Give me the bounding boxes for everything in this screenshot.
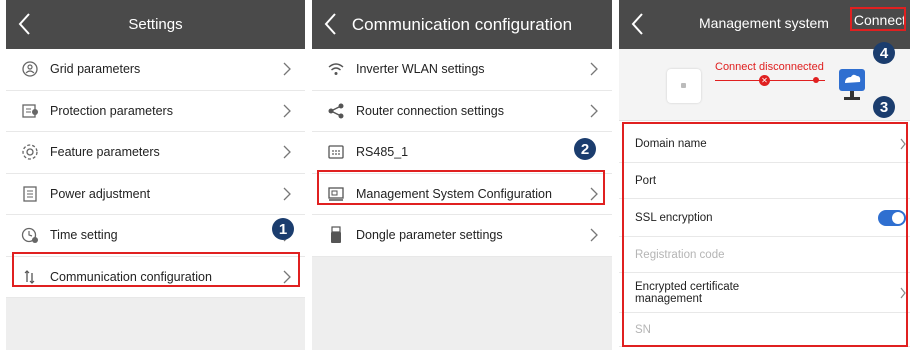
chevron-right-icon <box>590 104 598 118</box>
settings-item-label: Feature parameters <box>50 145 160 160</box>
chevron-right-icon <box>283 270 291 284</box>
settings-item-grid-parameters[interactable]: Grid parameters <box>6 49 305 91</box>
communication-panel: Communication configuration Inverter WLA… <box>312 0 612 350</box>
step-badge-2: 2 <box>574 138 596 160</box>
connect-button[interactable]: Connect <box>854 12 906 28</box>
management-header: Management system Connect <box>619 0 910 49</box>
settings-item-protection-parameters[interactable]: Protection parameters <box>6 90 305 132</box>
settings-item-label: Communication configuration <box>50 269 212 284</box>
connection-line <box>715 80 825 81</box>
communication-header: Communication configuration <box>312 0 612 49</box>
setting-port[interactable]: Port <box>619 163 910 199</box>
comm-item-inverter-wlan[interactable]: Inverter WLAN settings <box>312 49 612 91</box>
dongle-icon <box>326 225 346 245</box>
setting-registration-code[interactable]: Registration code <box>619 237 910 273</box>
settings-item-label: Time setting <box>50 228 118 243</box>
setting-sn[interactable]: SN <box>619 313 910 347</box>
share-icon <box>326 101 346 121</box>
connection-status: Connect disconnected <box>715 61 824 73</box>
settings-panel: Settings Grid parameters Protection para… <box>6 0 305 350</box>
power-adjust-icon <box>20 184 40 204</box>
chevron-right-icon <box>900 287 906 298</box>
chevron-right-icon <box>283 62 291 76</box>
comm-item-management-system-configuration[interactable]: Management System Configuration <box>312 173 612 215</box>
chevron-right-icon <box>900 138 906 149</box>
settings-item-time-setting[interactable]: Time setting <box>6 215 305 257</box>
communication-icon <box>20 267 40 287</box>
comm-item-rs485[interactable]: RS485_1 <box>312 132 612 174</box>
disconnected-icon: ✕ <box>759 75 770 86</box>
setting-label: Encrypted certificate management <box>635 280 740 305</box>
setting-domain-name[interactable]: Domain name <box>619 125 910 163</box>
settings-header: Settings <box>6 0 305 49</box>
management-panel: Management system Connect Connect discon… <box>619 0 910 350</box>
back-arrow-icon[interactable] <box>320 10 344 38</box>
chevron-right-icon <box>283 187 291 201</box>
connection-diagram: Connect disconnected ✕ <box>619 49 910 121</box>
step-badge-1: 1 <box>272 218 294 240</box>
chevron-right-icon <box>590 228 598 242</box>
settings-item-power-adjustment[interactable]: Power adjustment <box>6 173 305 215</box>
back-arrow-icon[interactable] <box>627 10 651 38</box>
step-badge-4: 4 <box>873 42 895 64</box>
settings-list: Grid parameters Protection parameters Fe… <box>6 49 305 298</box>
chevron-right-icon <box>283 145 291 159</box>
settings-item-label: Protection parameters <box>50 103 173 118</box>
ssl-toggle[interactable] <box>878 209 906 226</box>
rs485-icon <box>326 142 346 162</box>
setting-ssl-encryption: SSL encryption <box>619 199 910 237</box>
setting-encrypted-certificate[interactable]: Encrypted certificate management <box>619 273 910 313</box>
clock-icon <box>20 225 40 245</box>
chevron-right-icon <box>590 62 598 76</box>
feature-icon <box>20 142 40 162</box>
settings-item-communication-configuration[interactable]: Communication configuration <box>6 256 305 298</box>
management-icon <box>326 184 346 204</box>
step-badge-3: 3 <box>873 96 895 118</box>
setting-label: SN <box>635 323 651 336</box>
chevron-right-icon <box>590 187 598 201</box>
page-title: Settings <box>128 16 183 33</box>
chevron-right-icon <box>283 104 291 118</box>
link-endpoint <box>813 77 819 83</box>
page-title: Management system <box>699 15 829 31</box>
comm-item-router-connection[interactable]: Router connection settings <box>312 90 612 132</box>
settings-item-label: Grid parameters <box>50 62 141 77</box>
setting-label: SSL encryption <box>635 211 713 224</box>
settings-item-label: Power adjustment <box>50 186 151 201</box>
management-server-icon <box>839 69 865 100</box>
comm-item-label: Dongle parameter settings <box>356 228 503 243</box>
comm-item-dongle-parameter[interactable]: Dongle parameter settings <box>312 215 612 257</box>
management-settings-list: Domain name Port SSL encryption Registra… <box>619 125 910 347</box>
setting-label: Domain name <box>635 137 707 150</box>
comm-item-label: Inverter WLAN settings <box>356 62 485 77</box>
setting-label: Port <box>635 174 657 187</box>
protection-icon <box>20 101 40 121</box>
back-arrow-icon[interactable] <box>14 10 38 38</box>
setting-label: Registration code <box>635 248 725 261</box>
wifi-icon <box>326 59 346 79</box>
communication-list: Inverter WLAN settings Router connection… <box>312 49 612 257</box>
page-title: Communication configuration <box>351 14 573 34</box>
comm-item-label: Router connection settings <box>356 103 505 118</box>
grid-parameters-icon <box>20 59 40 79</box>
inverter-device-icon <box>667 69 701 103</box>
settings-item-feature-parameters[interactable]: Feature parameters <box>6 132 305 174</box>
comm-item-label: Management System Configuration <box>356 186 552 201</box>
